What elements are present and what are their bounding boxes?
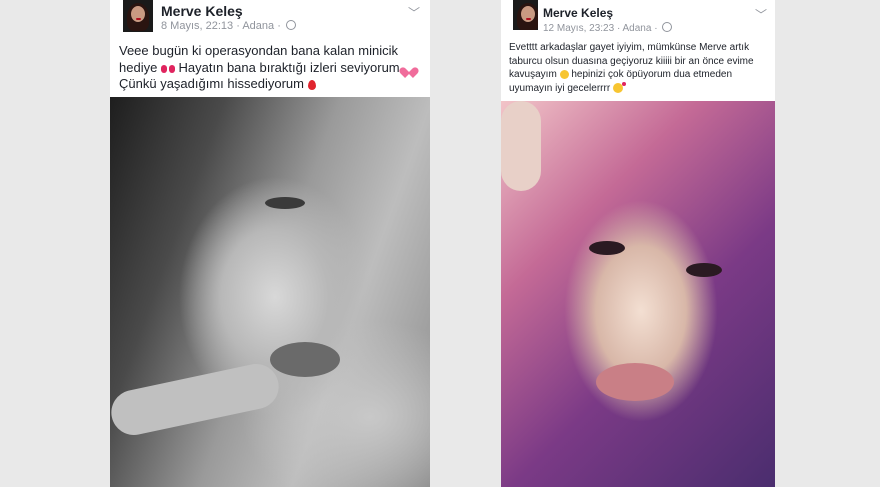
post-photo[interactable] [501,101,775,487]
meta-separator: · [654,23,658,34]
balloon-emoji [307,80,316,90]
avatar[interactable] [123,0,153,32]
post-photo[interactable] [110,97,430,487]
author-name[interactable]: Merve Keleş [161,3,243,19]
post-location[interactable]: Adana [623,23,652,34]
meta-separator: · [616,23,621,34]
post-location[interactable]: Adana [242,20,274,32]
post-text: Veee bugün ki operasyondan bana kalan mi… [119,43,424,93]
chevron-down-icon[interactable]: ﹀ [755,6,767,23]
post-date[interactable]: 8 Mayıs, 22:13 [161,20,233,32]
post-meta: 8 Mayıs, 22:13 · Adana · [161,20,296,32]
post-date[interactable]: 12 Mayıs, 23:23 [543,23,614,34]
post-card-1: Merve Keleş 8 Mayıs, 22:13 · Adana · ﹀ V… [110,0,430,487]
chevron-down-icon[interactable]: ﹀ [408,4,420,21]
post-header: Merve Keleş 12 Mayıs, 23:23 · Adana · ﹀ [501,0,775,38]
smile-emoji [559,70,569,79]
heart-emoji [403,63,415,74]
avatar[interactable] [513,0,538,30]
post-meta: 12 Mayıs, 23:23 · Adana · [543,22,673,34]
globe-icon [285,20,296,30]
post-card-2: Merve Keleş 12 Mayıs, 23:23 · Adana · ﹀ … [501,0,775,487]
post-text: Evetttt arkadaşlar gayet iyiyim, mümküns… [509,42,754,94]
author-name[interactable]: Merve Keleş [543,6,613,20]
bow-emoji [160,64,175,74]
kiss-emoji [612,81,626,93]
post-header: Merve Keleş 8 Mayıs, 22:13 · Adana · ﹀ [110,0,430,38]
meta-separator: · [236,20,240,32]
globe-icon [662,22,673,32]
meta-separator: · [277,20,281,32]
